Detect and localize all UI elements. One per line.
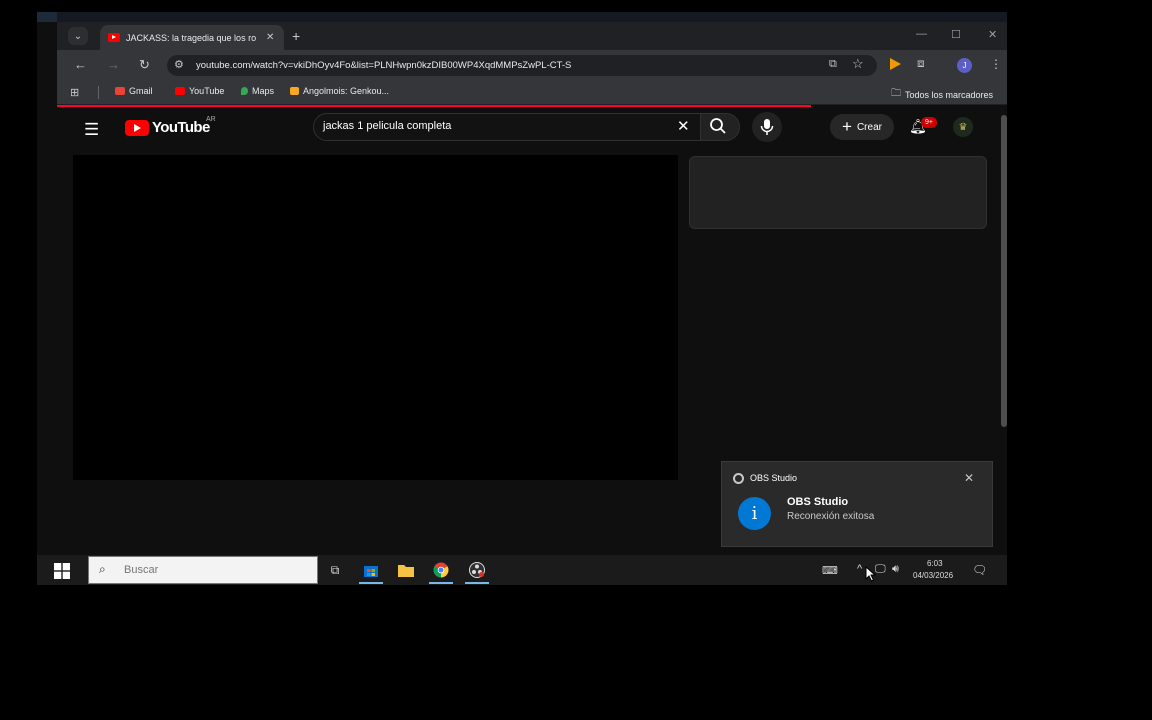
all-bookmarks-folder[interactable]: 🗀 Todos los marcadores	[891, 86, 993, 103]
account-avatar[interactable]: ♛	[953, 117, 973, 137]
forward-icon[interactable]: →	[107, 57, 120, 72]
network-icon[interactable]: 🖵︎	[875, 563, 886, 576]
sidebar-placeholder-card	[689, 156, 987, 229]
youtube-icon	[175, 87, 185, 95]
chrome-active-indicator	[429, 582, 453, 584]
minimize-icon[interactable]: —	[916, 28, 927, 40]
profile-avatar[interactable]: J	[957, 58, 972, 73]
file-explorer-icon[interactable]	[396, 561, 416, 579]
maps-pin-icon	[241, 87, 248, 95]
obs-active-indicator	[465, 582, 489, 584]
desktop-background	[37, 12, 1007, 22]
reload-icon[interactable]: ↻	[139, 57, 150, 73]
tab-title: JACKASS: la tragedia que los ro	[126, 32, 257, 43]
guide-menu-icon[interactable]: ☰	[84, 120, 99, 140]
install-app-icon[interactable]: ⧉	[829, 58, 837, 71]
taskbar-search-input[interactable]	[88, 556, 318, 584]
mouse-cursor-icon	[865, 565, 877, 587]
youtube-logo[interactable]: YouTube	[125, 119, 210, 136]
video-player[interactable]	[73, 155, 678, 480]
folder-icon: 🗀	[891, 88, 901, 99]
gmail-icon	[115, 87, 125, 95]
plus-icon: +	[842, 117, 852, 136]
tab-search-button[interactable]: ⌄	[68, 27, 88, 45]
angolmois-icon	[290, 87, 299, 95]
browser-menu-icon[interactable]: ⋮	[990, 57, 1002, 71]
chrome-icon[interactable]	[431, 561, 451, 579]
bookmark-label: YouTube	[189, 86, 225, 96]
site-info-icon[interactable]: ⚙	[174, 58, 184, 71]
bookmark-label: Maps	[252, 86, 275, 96]
obs-studio-icon[interactable]	[467, 561, 487, 579]
clock-date[interactable]: 04/03/2026	[913, 571, 953, 580]
clock-time[interactable]: 6:03	[927, 559, 943, 568]
youtube-logo-text: YouTube	[152, 119, 210, 136]
window-close-icon[interactable]: ✕	[988, 28, 997, 41]
toast-app-name: OBS Studio	[750, 473, 798, 483]
tab-close-icon[interactable]: ✕	[266, 32, 274, 43]
search-icon: ⌕	[99, 562, 106, 576]
bookmark-gmail[interactable]: Gmail	[115, 86, 153, 96]
create-button[interactable]: + Crear	[830, 114, 894, 140]
windows-start-icon[interactable]	[54, 563, 70, 584]
store-icon[interactable]	[361, 561, 381, 579]
microphone-icon[interactable]	[760, 118, 774, 141]
all-bookmarks-label: Todos los marcadores	[905, 89, 994, 100]
back-icon[interactable]: ←	[74, 57, 87, 72]
toast-message: Reconexión exitosa	[787, 511, 875, 522]
bookmark-star-icon[interactable]: ☆	[852, 56, 864, 72]
search-query[interactable]: jackas 1 pelicula completa	[323, 120, 451, 132]
task-view-icon[interactable]: ⧉	[325, 561, 345, 579]
bookmark-maps[interactable]: Maps	[241, 86, 274, 96]
apps-grid-icon[interactable]: ⊞	[70, 86, 79, 99]
info-icon: i	[738, 497, 771, 530]
keyboard-icon[interactable]: ⌨	[822, 564, 838, 577]
page-scrollbar[interactable]	[1001, 115, 1007, 427]
show-hidden-icons-chevron-icon[interactable]: ^	[857, 563, 862, 575]
store-active-indicator	[359, 582, 383, 584]
new-tab-icon[interactable]: +	[292, 28, 300, 44]
clear-search-icon[interactable]: ✕	[677, 117, 690, 135]
volume-icon[interactable]: 🔊︎	[892, 563, 899, 576]
active-tab[interactable]: JACKASS: la tragedia que los ro ✕	[100, 25, 284, 50]
bookmark-label: Angolmois: Genkou...	[303, 86, 390, 96]
extension-play-icon[interactable]	[890, 58, 901, 70]
bookmark-angolmois[interactable]: Angolmois: Genkou...	[290, 86, 389, 96]
toast-title: OBS Studio	[787, 496, 849, 508]
toast-close-icon[interactable]: ✕	[964, 471, 974, 485]
obs-app-icon	[733, 473, 744, 484]
extensions-puzzle-icon[interactable]: ⧈	[917, 56, 925, 71]
bookmarks-divider	[98, 86, 99, 99]
search-icon[interactable]	[709, 117, 727, 140]
taskbar-search-placeholder[interactable]: Buscar	[124, 564, 158, 576]
bookmark-youtube[interactable]: YouTube	[175, 86, 224, 96]
action-center-icon[interactable]: 🗨︎	[972, 563, 987, 577]
maximize-icon[interactable]: ☐	[951, 28, 961, 41]
create-label: Crear	[856, 121, 882, 133]
notification-count-badge: 9+	[921, 117, 937, 128]
youtube-favicon-icon	[108, 33, 120, 42]
region-code: AR	[206, 116, 216, 123]
youtube-play-logo-icon	[125, 119, 149, 136]
url-text[interactable]: youtube.com/watch?v=vkiDhOyv4Fo&list=PLN…	[196, 60, 571, 71]
bookmark-label: Gmail	[129, 86, 153, 96]
